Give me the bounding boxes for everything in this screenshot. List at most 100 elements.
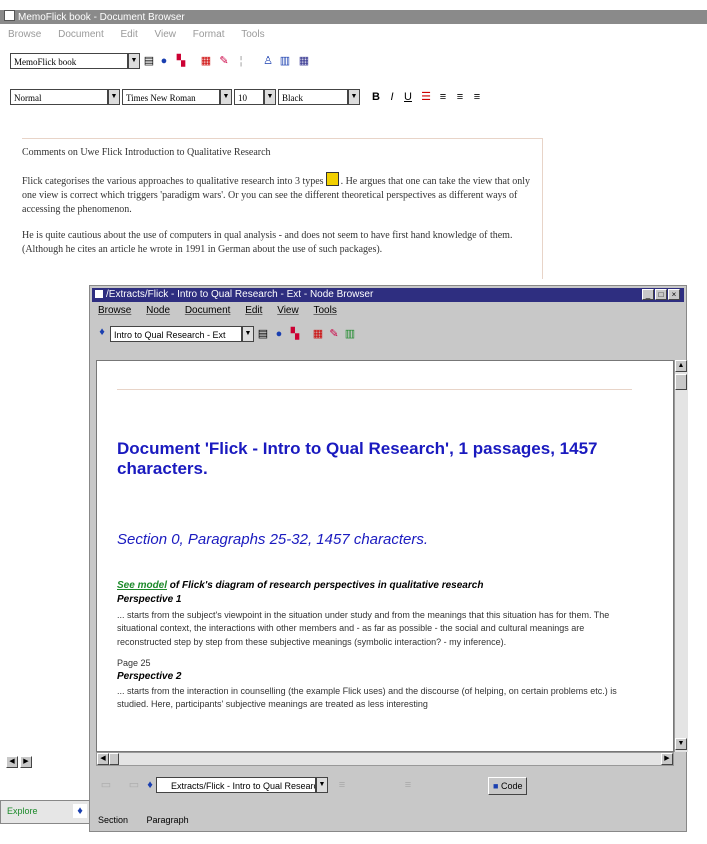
outer-window-title: MemoFlick book - Document Browser — [18, 12, 185, 23]
colour-icon[interactable]: ▚ — [175, 55, 187, 67]
style-select[interactable]: Normal — [10, 89, 108, 105]
menu-tools[interactable]: Tools — [241, 29, 264, 40]
menu-edit[interactable]: Edit — [245, 305, 262, 316]
scroll-thumb[interactable] — [675, 374, 687, 390]
disabled-tool-icon: ▭ — [100, 779, 112, 791]
see-model-line: See model of Flick's diagram of research… — [117, 580, 483, 591]
outer-horizontal-scrollbar[interactable]: ◀ ▶ — [0, 756, 40, 772]
pin-icon[interactable]: ✎ — [218, 55, 230, 67]
disabled-tool-icon: ≡ — [404, 779, 412, 791]
info-icon[interactable]: ● — [158, 55, 170, 67]
vertical-scrollbar[interactable]: ▲ ▼ — [674, 360, 688, 752]
node-browser-toolbar: ♦ Intro to Qual Research - Ext ▼ ▤ ● ▚ ▦… — [92, 319, 684, 347]
app-icon — [4, 10, 15, 21]
browse-icon[interactable]: ▤ — [143, 55, 155, 67]
size-select-arrow[interactable]: ▼ — [264, 89, 276, 105]
coding-toolbar: ▭ ▭ ♦ Extracts/Flick - Intro to Qual Res… — [92, 770, 684, 798]
font-select[interactable]: Times New Roman — [122, 89, 220, 105]
explore-button[interactable]: Explore — [7, 806, 38, 816]
align-center-icon[interactable]: ≡ — [454, 91, 466, 103]
window-icon — [95, 290, 103, 298]
see-model-link[interactable]: See model — [117, 580, 167, 591]
perspective-2-text: ... starts from the interaction in couns… — [117, 686, 617, 710]
grid-icon[interactable]: ▦ — [298, 55, 310, 67]
node-browser-menubar: Browse Node Document Edit View Tools — [92, 303, 684, 319]
menu-browse[interactable]: Browse — [98, 305, 131, 316]
coding-node-select-arrow[interactable]: ▼ — [316, 777, 328, 793]
link-icon[interactable]: ¦ — [235, 55, 247, 67]
outer-menubar: Browse Document Edit View Format Tools — [0, 27, 707, 43]
report-icon[interactable]: ▦ — [312, 328, 324, 340]
menu-view[interactable]: View — [277, 305, 299, 316]
scroll-right-arrow[interactable]: ▶ — [20, 756, 32, 768]
disabled-tool-icon: ▭ — [128, 779, 140, 791]
info-icon[interactable]: ● — [273, 328, 285, 340]
document-select-arrow[interactable]: ▼ — [128, 53, 140, 69]
node-select-arrow[interactable]: ▼ — [242, 326, 254, 342]
scroll-right-arrow[interactable]: ▶ — [661, 753, 673, 765]
style-select-arrow[interactable]: ▼ — [108, 89, 120, 105]
coder-icon[interactable]: ▥ — [344, 328, 356, 340]
horizontal-scrollbar[interactable]: ◀ ▶ — [96, 752, 674, 766]
outer-toolbar-document: MemoFlick book ▼ ▤ ● ▚ ▦ ✎ ¦ ♙ ▥ ▦ — [0, 50, 707, 74]
section-heading: Section 0, Paragraphs 25-32, 1457 charac… — [117, 531, 429, 548]
node-browser-document-pane[interactable]: Document 'Flick - Intro to Qual Research… — [96, 360, 674, 752]
menu-document[interactable]: Document — [185, 305, 231, 316]
person-icon[interactable]: ♙ — [262, 55, 274, 67]
see-model-caption: of Flick's diagram of research perspecti… — [167, 580, 484, 591]
perspective-2-title: Perspective 2 — [117, 671, 182, 682]
color-select-arrow[interactable]: ▼ — [348, 89, 360, 105]
italic-icon[interactable]: I — [386, 91, 398, 103]
note-link-icon[interactable] — [325, 172, 339, 186]
menu-view[interactable]: View — [155, 29, 177, 40]
colour-icon[interactable]: ▚ — [289, 328, 301, 340]
menu-format[interactable]: Format — [193, 29, 225, 40]
node-browser-title: /Extracts/Flick - Intro to Qual Research… — [106, 289, 374, 300]
node-icon[interactable]: ♦ — [73, 804, 87, 818]
bold-icon[interactable]: B — [370, 91, 382, 103]
scroll-thumb[interactable] — [109, 753, 119, 765]
minimize-button[interactable]: _ — [642, 289, 654, 300]
coding-node-select[interactable]: Extracts/Flick - Intro to Qual Research … — [156, 777, 316, 793]
align-left-icon[interactable]: ≡ — [437, 91, 449, 103]
menu-document[interactable]: Document — [58, 29, 104, 40]
browse-icon[interactable]: ▤ — [257, 328, 269, 340]
outer-doc-paragraph-1: Flick categorises the various approaches… — [22, 172, 537, 217]
color-select[interactable]: Black — [278, 89, 348, 105]
outer-doc-paragraph-2: He is quite cautious about the use of co… — [22, 230, 513, 255]
outer-window-titlebar[interactable]: MemoFlick book - Document Browser — [0, 10, 707, 24]
menu-tools[interactable]: Tools — [313, 305, 336, 316]
menu-browse[interactable]: Browse — [8, 29, 41, 40]
node-icon: ♦ — [147, 779, 153, 791]
code-button[interactable]: ■ Code — [488, 777, 528, 795]
align-right-icon[interactable]: ≡ — [471, 91, 483, 103]
status-paragraph: Paragraph — [146, 815, 189, 825]
outer-document-pane[interactable]: Comments on Uwe Flick Introduction to Qu… — [22, 138, 543, 279]
perspective-1-text: ... starts from the subject's viewpoint … — [117, 610, 610, 647]
menu-edit[interactable]: Edit — [121, 29, 138, 40]
page-reference: Page 25 — [117, 658, 151, 668]
scroll-down-arrow[interactable]: ▼ — [675, 738, 687, 750]
font-select-arrow[interactable]: ▼ — [220, 89, 232, 105]
maximize-button[interactable]: □ — [655, 289, 667, 300]
scroll-left-arrow[interactable]: ◀ — [6, 756, 18, 768]
pin-icon[interactable]: ✎ — [328, 328, 340, 340]
menu-node[interactable]: Node — [146, 305, 170, 316]
report-icon[interactable]: ▦ — [200, 55, 212, 67]
status-section: Section — [98, 815, 129, 825]
scroll-left-arrow[interactable]: ◀ — [97, 753, 109, 765]
node-icon: ♦ — [99, 326, 105, 338]
underline-icon[interactable]: U — [402, 91, 414, 103]
document-select[interactable]: MemoFlick book — [10, 53, 128, 69]
outer-taskbar: Explore ♦ — [0, 800, 97, 824]
columns-icon[interactable]: ▥ — [279, 55, 291, 67]
bullet-list-icon[interactable]: ☰ — [420, 91, 432, 103]
size-select[interactable]: 10 — [234, 89, 264, 105]
node-browser-titlebar[interactable]: /Extracts/Flick - Intro to Qual Research… — [92, 288, 684, 302]
node-select[interactable]: Intro to Qual Research - Ext — [110, 326, 242, 342]
close-button[interactable]: × — [668, 289, 680, 300]
node-browser-window: /Extracts/Flick - Intro to Qual Research… — [89, 285, 688, 832]
separator — [117, 389, 632, 390]
scroll-up-arrow[interactable]: ▲ — [675, 360, 687, 372]
disabled-tool-icon: ≡ — [338, 779, 346, 791]
